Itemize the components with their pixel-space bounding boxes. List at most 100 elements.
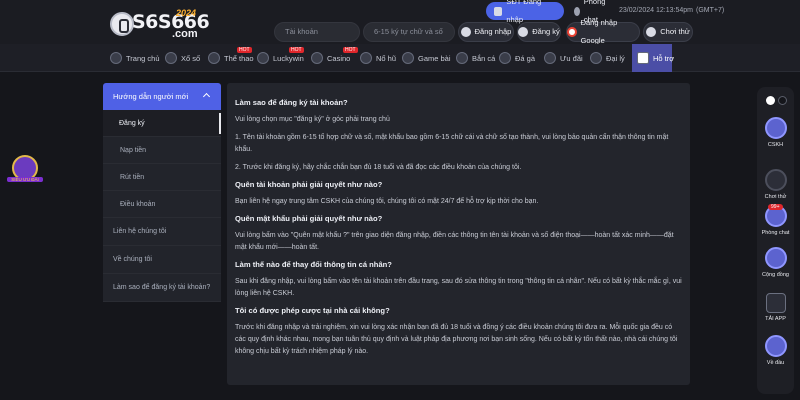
nav-item-support[interactable]: Hỗ trợ [637,44,674,72]
nav-item-fish[interactable]: Bắn cá [456,44,495,72]
username-field[interactable] [274,22,360,42]
nav-label-jackpot: Nổ hũ [376,53,397,63]
nav-label-support: Hỗ trợ [653,53,675,63]
faq-question: Quên tài khoản phải giải quyết như nào? [235,180,383,189]
qr-code-icon [765,293,786,313]
faq-content: Làm sao để đăng ký tài khoản? Vui lòng c… [227,83,690,385]
nav-item-casino[interactable]: Casino HOT [311,44,358,72]
faq-question: Quên mật khẩu phải giải quyết như nào? [235,214,383,223]
google-icon [567,27,577,37]
faq-answer: 2. Trước khi đăng ký, hãy chắc chắn bạn … [235,164,522,171]
send-icon [764,247,787,269]
rail-app[interactable]: TẢI APP [757,293,794,322]
password-field[interactable] [363,22,455,42]
hot-badge: HOT [343,47,358,53]
faq-answer: Bạn liên hệ ngay trung tâm CSKH của chún… [235,198,539,205]
chat-bubble-icon [574,6,580,16]
password-input[interactable] [374,27,444,36]
right-quick-rail: CSKH Chơi thử 99+ Phòng chat Cộng đồng T… [757,87,794,394]
rail-community[interactable]: Cộng đồng [757,247,794,278]
nav-label-home: Trang chủ [126,53,160,63]
register-label: Đăng ký [532,27,560,36]
logo-mark-icon [110,12,134,36]
logo-year: 2024 [176,8,197,18]
nav-label-sports: Thể thao [224,53,254,63]
faq-answer: Vui lòng bấm vào "Quên mật khẩu ?" trên … [235,232,674,251]
promo-badge-label: SIÊU ƯU ĐÃI [7,177,43,182]
fish-icon [456,52,468,64]
support-icon [637,52,649,64]
faq-question: Làm sao để đăng ký tài khoản? [235,98,348,107]
nav-item-home[interactable]: Trang chủ [110,44,160,72]
nav-label-lottery: Xổ số [181,53,201,63]
sidebar-item-register[interactable]: Đăng ký [103,110,221,137]
trial-label: Chơi thử [660,27,690,36]
register-button[interactable]: Đăng ký [517,22,561,42]
username-input[interactable] [285,27,349,36]
nav-label-casino: Casino [327,53,351,63]
nav-item-agent[interactable]: Đại lý [590,44,625,72]
faq-question: Tôi có được phép cược tại nhà cái không? [235,306,390,315]
hot-badge: HOT [237,47,252,53]
rail-app-label: TẢI APP [765,316,786,322]
faq-answer: Trước khi đăng nhập và trải nghiệm, xin … [235,324,678,355]
rail-top-label: Về đầu [766,360,785,366]
site-logo[interactable]: S6S666 2024 .com [110,8,210,40]
login-button[interactable]: Đăng nhập [458,22,514,42]
sports-icon [208,52,220,64]
google-login-button[interactable]: Đăng nhập Google [566,18,640,45]
nav-item-promotions[interactable]: Ưu đãi [544,44,583,72]
nav-label-cockfight: Đá gà [515,53,536,63]
rail-trial[interactable]: Chơi thử [757,169,794,200]
nav-label-luckywin: Luckywin [273,53,304,63]
faq-answer: 1. Tên tài khoản gồm 6-15 tổ hợp chữ và … [235,134,669,153]
sidebar-section-header[interactable]: Hướng dẫn người mới [103,83,221,110]
gift-icon [544,52,556,64]
phone-icon [494,6,503,16]
faq-answer: Vui lòng chọn mục "đăng ký" ở góc phải t… [235,116,390,123]
sidebar-item-contact[interactable]: Liên hệ chúng tôi [103,218,221,246]
hot-badge: HOT [289,47,304,53]
lottery-icon [165,52,177,64]
rail-cskh[interactable]: CSKH [757,117,794,148]
rail-top[interactable]: Về đầu [757,335,794,366]
nav-item-cards[interactable]: Game bài [402,44,451,72]
nav-item-sports[interactable]: Thể thao HOT [208,44,254,72]
nav-item-jackpot[interactable]: Nổ hũ [360,44,396,72]
sidebar-item-about[interactable]: Về chúng tôi [103,246,221,274]
rail-chat[interactable]: 99+ Phòng chat [757,204,794,236]
nav-item-cockfight[interactable]: Đá gà [499,44,535,72]
nav-item-lottery[interactable]: Xổ số [165,44,200,72]
chat-icon: 99+ [764,204,787,227]
rail-chat-label: Phòng chat [761,230,790,236]
nav-label-fish: Bắn cá [472,53,496,63]
theme-dark-dot[interactable] [778,96,787,105]
clock-datetime: 23/02/2024 12:13:54pm [619,7,693,14]
login-user-icon [460,27,471,37]
faq-question: Làm thế nào để thay đổi thông tin cá nhâ… [235,260,392,269]
nav-item-luckywin[interactable]: Luckywin HOT [257,44,304,72]
nav-label-agent: Đại lý [606,53,625,63]
trial-button[interactable]: Chơi thử [643,22,693,42]
sidebar-item-deposit[interactable]: Nạp tiền [103,137,221,164]
headset-icon [764,117,787,139]
faq-answer: Sau khi đăng nhập, vui lòng bấm vào tên … [235,278,682,297]
sidebar-item-terms[interactable]: Điều khoản [103,191,221,218]
phone-login-button[interactable]: SĐT Đăng nhập [486,0,564,24]
casino-icon [311,52,323,64]
chat-unread-badge: 99+ [768,204,783,210]
sidebar-item-how-register[interactable]: Làm sao để đăng ký tài khoản? [103,274,221,302]
top-header: S6S666 2024 .com SĐT Đăng nhập Phòng cha… [0,0,800,45]
nav-label-promotions: Ưu đãi [560,53,583,63]
agent-icon [590,52,602,64]
theme-light-dot[interactable] [766,96,775,105]
sidebar-item-withdraw[interactable]: Rút tiền [103,164,221,191]
arrow-up-icon [764,335,787,357]
trial-icon [646,27,657,37]
gamepad-icon [764,169,787,191]
floating-promo-badge[interactable]: SIÊU ƯU ĐÃI [7,155,43,191]
nav-label-cards: Game bài [418,53,451,63]
login-label: Đăng nhập [474,27,512,36]
register-user-icon [518,27,529,37]
cockfight-icon [499,52,511,64]
